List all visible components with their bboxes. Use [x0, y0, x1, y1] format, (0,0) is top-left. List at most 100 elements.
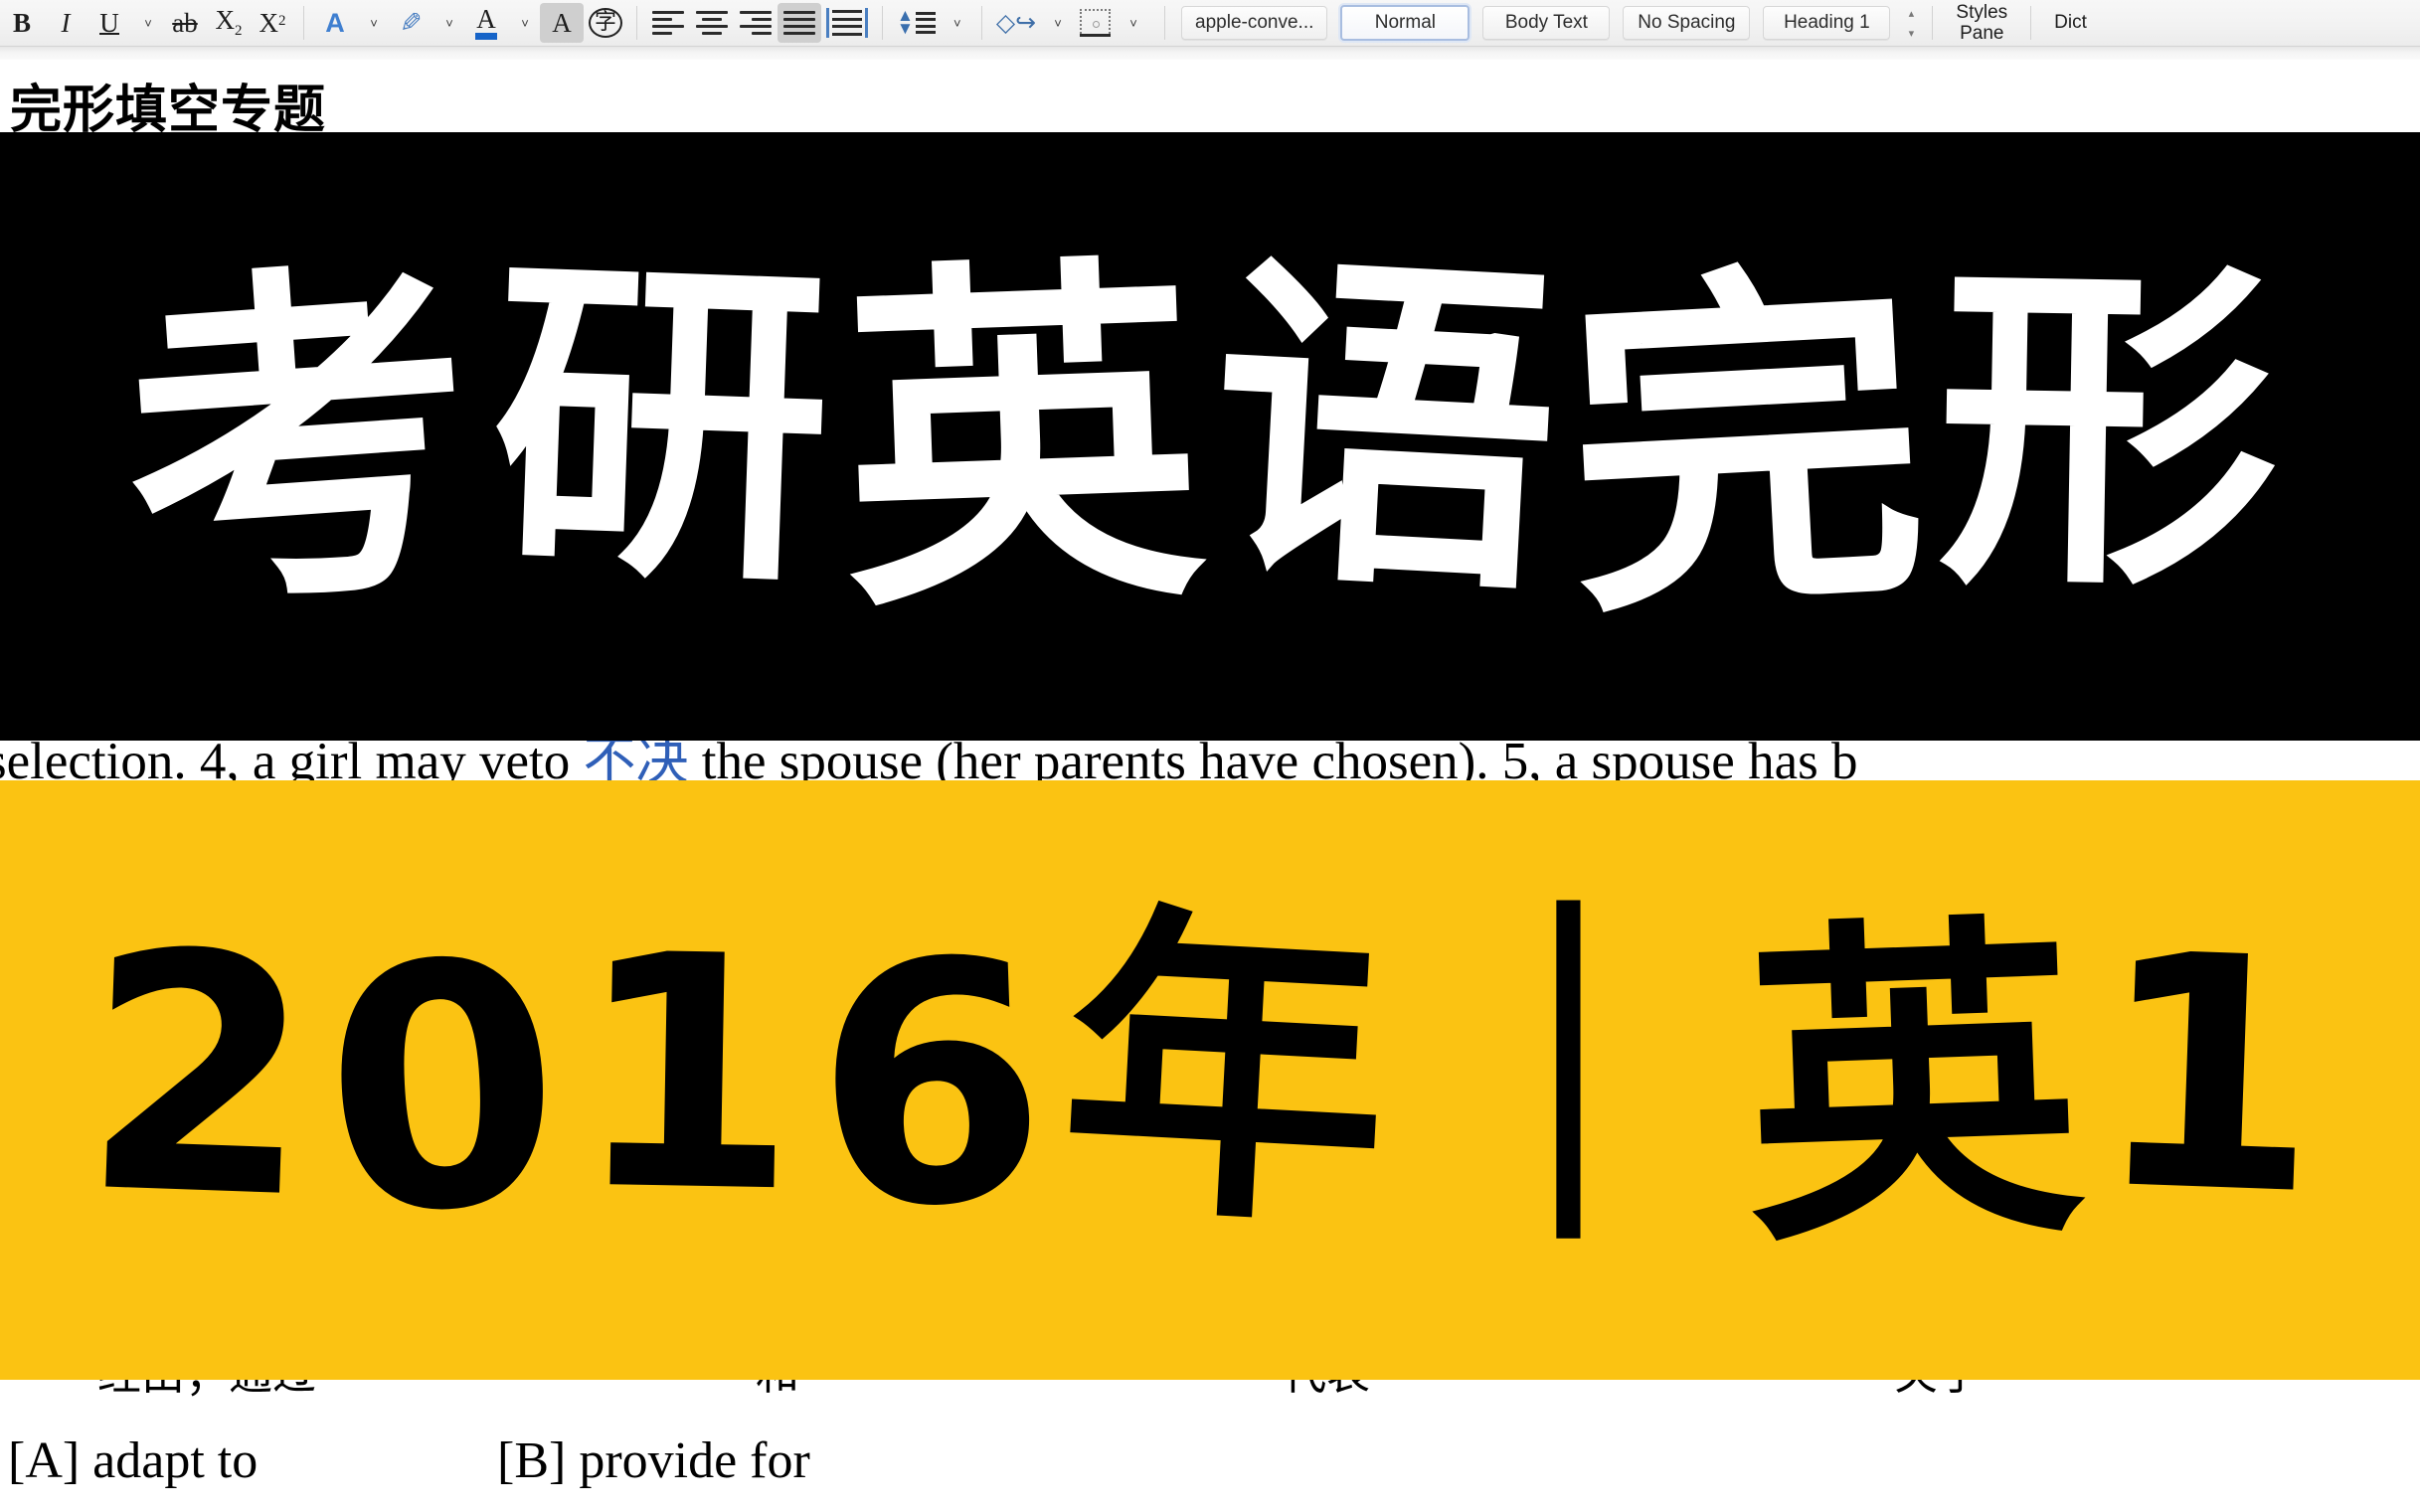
justify-icon: [783, 11, 816, 35]
banner-char: 0: [315, 887, 586, 1289]
formatting-ribbon: B I U ˅ ab X2 X2 A ˅ ✎ ˅ A ˅ A 字 ▲ ▼ ˅ ◇…: [0, 0, 2420, 46]
underline-options-dropdown[interactable]: ˅: [131, 3, 163, 43]
align-center-button[interactable]: [690, 3, 734, 43]
chevron-down-icon: ˅: [370, 15, 378, 31]
subtitle-banner-yellow: 2016年｜英1: [0, 780, 2420, 1380]
borders-button[interactable]: [1073, 3, 1117, 43]
font-color-button[interactable]: A: [464, 3, 508, 43]
toolbar-divider: [1932, 6, 1934, 40]
line-spacing-group: ▲ ▼ ˅: [892, 0, 972, 46]
distributed-align-button[interactable]: [821, 3, 873, 43]
toolbar-divider: [2030, 6, 2032, 40]
character-shading-icon: A: [552, 7, 572, 38]
text-effects-icon: A: [325, 7, 345, 38]
title-banner-black-text: 考研英语完形: [111, 221, 2296, 663]
toolbar-divider: [636, 6, 638, 40]
option-a: [A] adapt to: [8, 1432, 259, 1489]
distributed-align-icon: [826, 8, 869, 38]
dictate-button[interactable]: Dict: [2040, 0, 2101, 46]
banner-char: 考: [110, 227, 501, 658]
style-apple-converted-space[interactable]: apple-conve...: [1181, 6, 1328, 40]
line-spacing-button[interactable]: ▲ ▼: [892, 3, 941, 43]
banner-char: 英: [1738, 885, 2103, 1287]
superscript-icon: X2: [259, 7, 286, 38]
banner-char: 6: [808, 888, 1069, 1282]
banner-char: 年: [1052, 874, 1413, 1270]
bold-button[interactable]: B: [0, 3, 44, 43]
font-color-swatch: [475, 33, 497, 40]
subscript-button[interactable]: X2: [207, 3, 251, 43]
align-left-button[interactable]: [646, 3, 690, 43]
chevron-up-icon: ▴: [1908, 7, 1915, 20]
banner-char: 语: [1201, 220, 1581, 641]
style-body-text[interactable]: Body Text: [1482, 6, 1611, 40]
chevron-down-icon: ˅: [953, 15, 961, 31]
shading-borders-group: ◇↪ ˅ ˅: [991, 0, 1148, 46]
chevron-down-icon: ˅: [1054, 15, 1062, 31]
line-spacing-icon: ▲ ▼: [897, 7, 936, 37]
banner-char: 英: [835, 225, 1223, 656]
strikethrough-button[interactable]: ab: [163, 3, 207, 43]
line-spacing-dropdown[interactable]: ˅: [941, 3, 972, 43]
subscript-icon: X2: [215, 5, 243, 39]
borders-icon: [1079, 9, 1111, 37]
toolbar-divider: [980, 6, 982, 40]
styles-pane-label-line2: Pane: [1960, 23, 2004, 44]
subtitle-banner-yellow-text: 2016年｜英1: [77, 875, 2340, 1289]
chevron-down-icon: ˅: [521, 15, 529, 31]
superscript-button[interactable]: X2: [251, 3, 294, 43]
style-normal[interactable]: Normal: [1340, 5, 1470, 41]
strikethrough-icon: ab: [172, 7, 198, 38]
italic-button[interactable]: I: [44, 3, 87, 43]
shading-dropdown[interactable]: ˅: [1041, 3, 1073, 43]
styles-gallery: apple-conve... Normal Body Text No Spaci…: [1181, 0, 1923, 46]
banner-char: 1: [571, 885, 817, 1263]
italic-icon: I: [61, 7, 71, 38]
banner-char: 形: [1934, 230, 2296, 635]
banner-char: 1: [2088, 884, 2341, 1266]
paragraph-align-group: [646, 0, 873, 46]
align-left-icon: [652, 11, 685, 35]
highlighter-pen-icon: ✎: [399, 7, 423, 38]
styles-pane-button[interactable]: Styles Pane: [1942, 0, 2021, 46]
style-heading-1[interactable]: Heading 1: [1763, 6, 1891, 40]
shading-button[interactable]: ◇↪: [991, 3, 1041, 43]
character-shading-button[interactable]: A: [540, 3, 584, 43]
banner-char: 2: [77, 881, 335, 1271]
styles-gallery-scroll[interactable]: ▴ ▾: [1905, 3, 1917, 43]
option-b: [B] provide for: [497, 1432, 810, 1489]
underline-rule: [99, 32, 119, 35]
borders-dropdown[interactable]: ˅: [1117, 3, 1148, 43]
font-color-dropdown[interactable]: ˅: [508, 3, 540, 43]
toolbar-divider: [1164, 6, 1166, 40]
toolbar-divider: [303, 6, 304, 40]
align-right-icon: [740, 11, 773, 35]
document-heading: 完形填空专题: [10, 81, 327, 140]
text-effects-button[interactable]: A: [313, 3, 357, 43]
font-format-group: B I U ˅ ab X2 X2: [0, 0, 294, 46]
banner-char: 完: [1558, 230, 1949, 663]
banner-char: ｜: [1404, 889, 1749, 1271]
paint-bucket-icon: ◇↪: [995, 8, 1037, 37]
chevron-down-icon: ˅: [144, 15, 152, 31]
text-effects-dropdown[interactable]: ˅: [357, 3, 389, 43]
styles-pane-label-line1: Styles: [1956, 1, 2008, 23]
style-no-spacing[interactable]: No Spacing: [1623, 6, 1751, 40]
align-center-icon: [696, 11, 729, 35]
text-effects-group: A ˅ ✎ ˅ A ˅ A 字: [313, 0, 627, 46]
font-color-icon: A: [476, 4, 496, 34]
chevron-down-icon: ˅: [445, 15, 453, 31]
banner-char: 研: [485, 224, 850, 629]
underline-button[interactable]: U: [87, 3, 131, 43]
chevron-down-icon: ˅: [1129, 15, 1137, 31]
phonetic-guide-button[interactable]: 字: [584, 3, 627, 43]
chevron-down-icon: ▾: [1908, 27, 1915, 40]
phonetic-guide-icon: 字: [589, 8, 623, 38]
justify-button[interactable]: [778, 3, 822, 43]
title-banner-black: 考研英语完形: [0, 132, 2420, 741]
text-highlight-dropdown[interactable]: ˅: [432, 3, 464, 43]
bold-icon: B: [12, 7, 31, 38]
toolbar-divider: [882, 6, 884, 40]
text-highlight-button[interactable]: ✎: [389, 3, 432, 43]
align-right-button[interactable]: [734, 3, 778, 43]
